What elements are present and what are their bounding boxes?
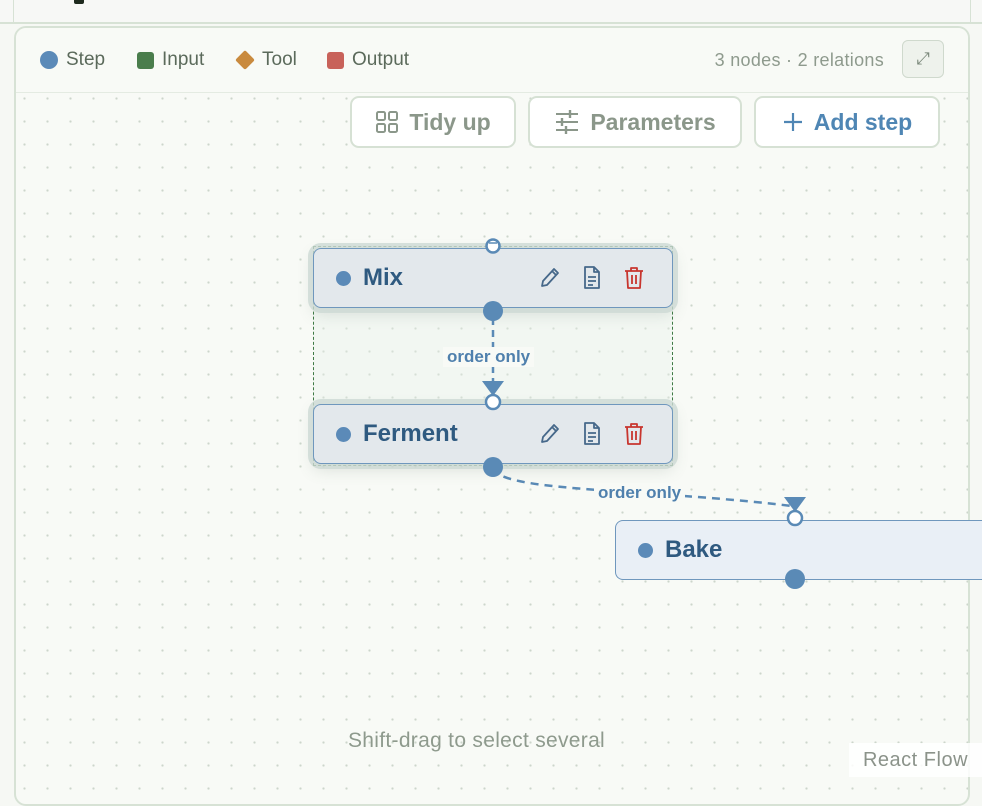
document-icon[interactable] [580, 265, 604, 291]
add-step-label: Add step [813, 108, 913, 135]
node-bake[interactable]: Bake [615, 520, 982, 580]
parameters-label: Parameters [590, 108, 716, 135]
attribution-label: React Flow [862, 748, 969, 771]
react-flow-attribution[interactable]: React Flow [849, 743, 982, 777]
parameters-button[interactable]: Parameters [528, 96, 742, 148]
step-dot-icon [336, 426, 351, 442]
selection-hint: Shift-drag to select several [348, 729, 606, 752]
trash-icon[interactable] [622, 265, 646, 291]
tidy-up-label: Tidy up [409, 108, 491, 135]
edge-label-ferment-bake[interactable]: order only [594, 483, 686, 503]
grid-icon [376, 111, 399, 133]
document-icon[interactable] [580, 421, 604, 447]
node-ferment-label: Ferment [363, 420, 458, 447]
node-mix[interactable]: Mix [313, 248, 673, 308]
add-step-button[interactable]: Add step [754, 96, 940, 148]
flow-canvas[interactable]: Tidy up Parameters Add step Mix Ferment … [0, 0, 982, 788]
edge-label-mix-ferment[interactable]: order only [443, 347, 535, 367]
node-bake-label: Bake [665, 536, 723, 563]
plus-icon [783, 113, 802, 131]
node-ferment[interactable]: Ferment [313, 404, 673, 464]
step-dot-icon [336, 270, 351, 286]
step-dot-icon [638, 542, 653, 558]
tidy-up-button[interactable]: Tidy up [350, 96, 516, 148]
sliders-icon [556, 110, 579, 134]
arrowhead-bake-icon [784, 497, 806, 512]
node-mix-label: Mix [363, 264, 404, 291]
trash-icon[interactable] [622, 421, 646, 447]
edit-icon[interactable] [538, 265, 562, 291]
edit-icon[interactable] [538, 421, 562, 447]
